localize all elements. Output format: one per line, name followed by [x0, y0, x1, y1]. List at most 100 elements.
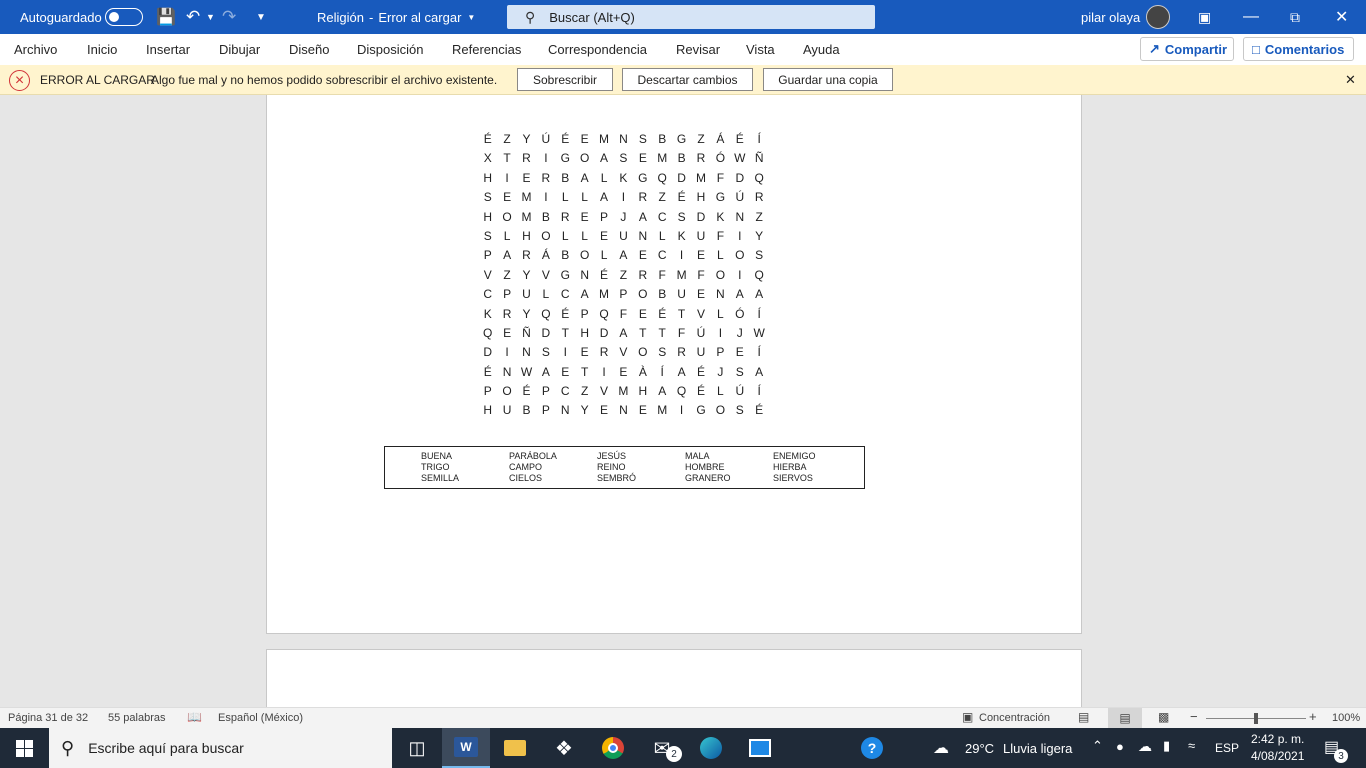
zoom-in-icon[interactable]: +: [1309, 709, 1317, 724]
puzzle-row: ÉNWAETIEÀÍAÉJSA: [478, 365, 769, 384]
notifications-badge: 3: [1334, 749, 1348, 763]
focus-mode[interactable]: Concentración: [979, 712, 1050, 724]
input-language[interactable]: ESP: [1215, 741, 1239, 755]
language[interactable]: Español (México): [218, 712, 303, 724]
tab-correspondencia[interactable]: Correspondencia: [548, 42, 647, 57]
page-count[interactable]: Página 31 de 32: [8, 712, 88, 724]
puzzle-letter: L: [717, 384, 724, 399]
puzzle-letter: P: [600, 209, 609, 224]
tab-insertar[interactable]: Insertar: [146, 42, 190, 57]
zoom-level[interactable]: 100%: [1332, 712, 1360, 724]
puzzle-letter: T: [580, 364, 589, 379]
weather-icon[interactable]: ☁: [933, 738, 949, 758]
edge-icon[interactable]: [687, 728, 735, 768]
puzzle-letter: Y: [522, 132, 531, 146]
puzzle-letter: I: [602, 364, 606, 379]
puzzle-letter: S: [638, 132, 647, 146]
tab-revisar[interactable]: Revisar: [676, 42, 720, 57]
puzzle-letter: X: [483, 151, 492, 166]
undo-dropdown-icon[interactable]: ▼: [206, 0, 215, 34]
tab-dibujar[interactable]: Dibujar: [219, 42, 260, 57]
start-button[interactable]: [0, 728, 48, 768]
word-list-item: CAMPO: [509, 462, 543, 472]
puzzle-letter: F: [716, 228, 725, 243]
document-page-next[interactable]: [266, 649, 1082, 707]
mail-icon[interactable]: ✉ 2: [638, 728, 686, 768]
puzzle-letter: N: [560, 403, 570, 418]
comments-button[interactable]: □ Comentarios: [1243, 37, 1354, 61]
tab-inicio[interactable]: Inicio: [87, 42, 117, 57]
close-icon[interactable]: ✕: [1335, 0, 1348, 34]
tab-vista[interactable]: Vista: [746, 42, 775, 57]
chrome-icon[interactable]: [589, 728, 637, 768]
proofing-icon[interactable]: 📖: [187, 710, 202, 724]
puzzle-letter: É: [735, 132, 744, 146]
mail-badge: 2: [666, 746, 682, 762]
search-box[interactable]: ⚲ Buscar (Alt+Q): [507, 5, 875, 29]
web-layout-icon[interactable]: ▩: [1158, 710, 1169, 724]
puzzle-letter: U: [619, 228, 628, 243]
dropbox-icon[interactable]: ❖: [540, 728, 588, 768]
puzzle-letter: S: [735, 364, 744, 379]
wifi-icon[interactable]: ≈: [1188, 738, 1195, 753]
save-icon[interactable]: 💾: [156, 0, 176, 34]
puzzle-letter: P: [580, 306, 589, 321]
task-view-icon[interactable]: ◫: [393, 728, 441, 768]
weather-desc[interactable]: Lluvia ligera: [1003, 741, 1072, 756]
restore-icon[interactable]: ⧉: [1290, 0, 1300, 34]
zoom-out-icon[interactable]: −: [1190, 709, 1198, 724]
undo-icon[interactable]: ↶: [186, 0, 200, 34]
tab-disposicion[interactable]: Disposición: [357, 42, 423, 57]
avatar[interactable]: [1146, 0, 1170, 34]
ribbon-display-icon[interactable]: ▣: [1198, 0, 1211, 34]
tab-diseno[interactable]: Diseño: [289, 42, 329, 57]
autosave-toggle[interactable]: [105, 0, 143, 34]
zoom-slider-thumb[interactable]: [1254, 713, 1258, 724]
puzzle-letter: I: [738, 267, 742, 282]
meet-icon[interactable]: ●: [1116, 739, 1124, 754]
autosave-label: Autoguardado: [20, 9, 102, 25]
battery-icon[interactable]: ▮: [1163, 738, 1170, 754]
tab-referencias[interactable]: Referencias: [452, 42, 521, 57]
puzzle-letter: O: [541, 228, 551, 243]
puzzle-letter: L: [658, 228, 666, 243]
user-name[interactable]: pilar olaya: [1081, 0, 1140, 34]
puzzle-letter: Í: [660, 364, 664, 379]
clock-date[interactable]: 4/08/2021: [1251, 749, 1304, 763]
file-explorer-icon[interactable]: [491, 728, 539, 768]
customize-toolbar-icon[interactable]: ▼: [256, 0, 266, 34]
puzzle-letter: H: [522, 228, 531, 243]
read-mode-icon[interactable]: ▤: [1078, 710, 1089, 724]
puzzle-letter: P: [503, 287, 512, 302]
redo-icon[interactable]: ↷: [222, 0, 236, 34]
word-app-icon[interactable]: W: [442, 728, 490, 768]
help-icon[interactable]: ?: [848, 728, 896, 768]
onedrive-icon[interactable]: ☁: [1138, 738, 1152, 755]
minimize-icon[interactable]: —: [1243, 0, 1259, 34]
tab-ayuda[interactable]: Ayuda: [803, 42, 840, 57]
puzzle-letter: É: [677, 190, 686, 205]
puzzle-letter: O: [715, 267, 726, 282]
photos-icon[interactable]: [736, 728, 784, 768]
puzzle-letter: C: [560, 287, 570, 302]
title-bar: Autoguardado 💾 ↶ ▼ ↷ ▼ Religión - Error …: [0, 0, 1366, 34]
share-button[interactable]: ↗ Compartir: [1140, 37, 1234, 61]
word-count[interactable]: 55 palabras: [108, 712, 166, 724]
print-layout-icon[interactable]: ▤: [1108, 708, 1142, 728]
save-copy-button[interactable]: Guardar una copia: [763, 68, 893, 91]
discard-changes-button[interactable]: Descartar cambios: [622, 68, 753, 91]
puzzle-letter: P: [619, 287, 628, 302]
tab-archivo[interactable]: Archivo: [14, 42, 57, 57]
taskbar-search[interactable]: ⚲ Escribe aquí para buscar: [49, 728, 392, 768]
close-bar-icon[interactable]: ✕: [1345, 72, 1356, 88]
weather-temp[interactable]: 29°C: [965, 741, 994, 756]
overwrite-button[interactable]: Sobrescribir: [517, 68, 613, 91]
focus-icon[interactable]: ▣: [962, 710, 973, 724]
chevron-up-icon[interactable]: ⌃: [1092, 738, 1103, 754]
puzzle-letter: O: [502, 384, 512, 399]
puzzle-letter: O: [638, 287, 648, 302]
puzzle-letter: D: [541, 325, 551, 340]
clock-time[interactable]: 2:42 p. m.: [1251, 732, 1304, 746]
document-title[interactable]: Religión - Error al cargar ▼: [317, 0, 475, 34]
puzzle-row: VZYVGNÉZRFMFOIQ: [478, 268, 769, 287]
